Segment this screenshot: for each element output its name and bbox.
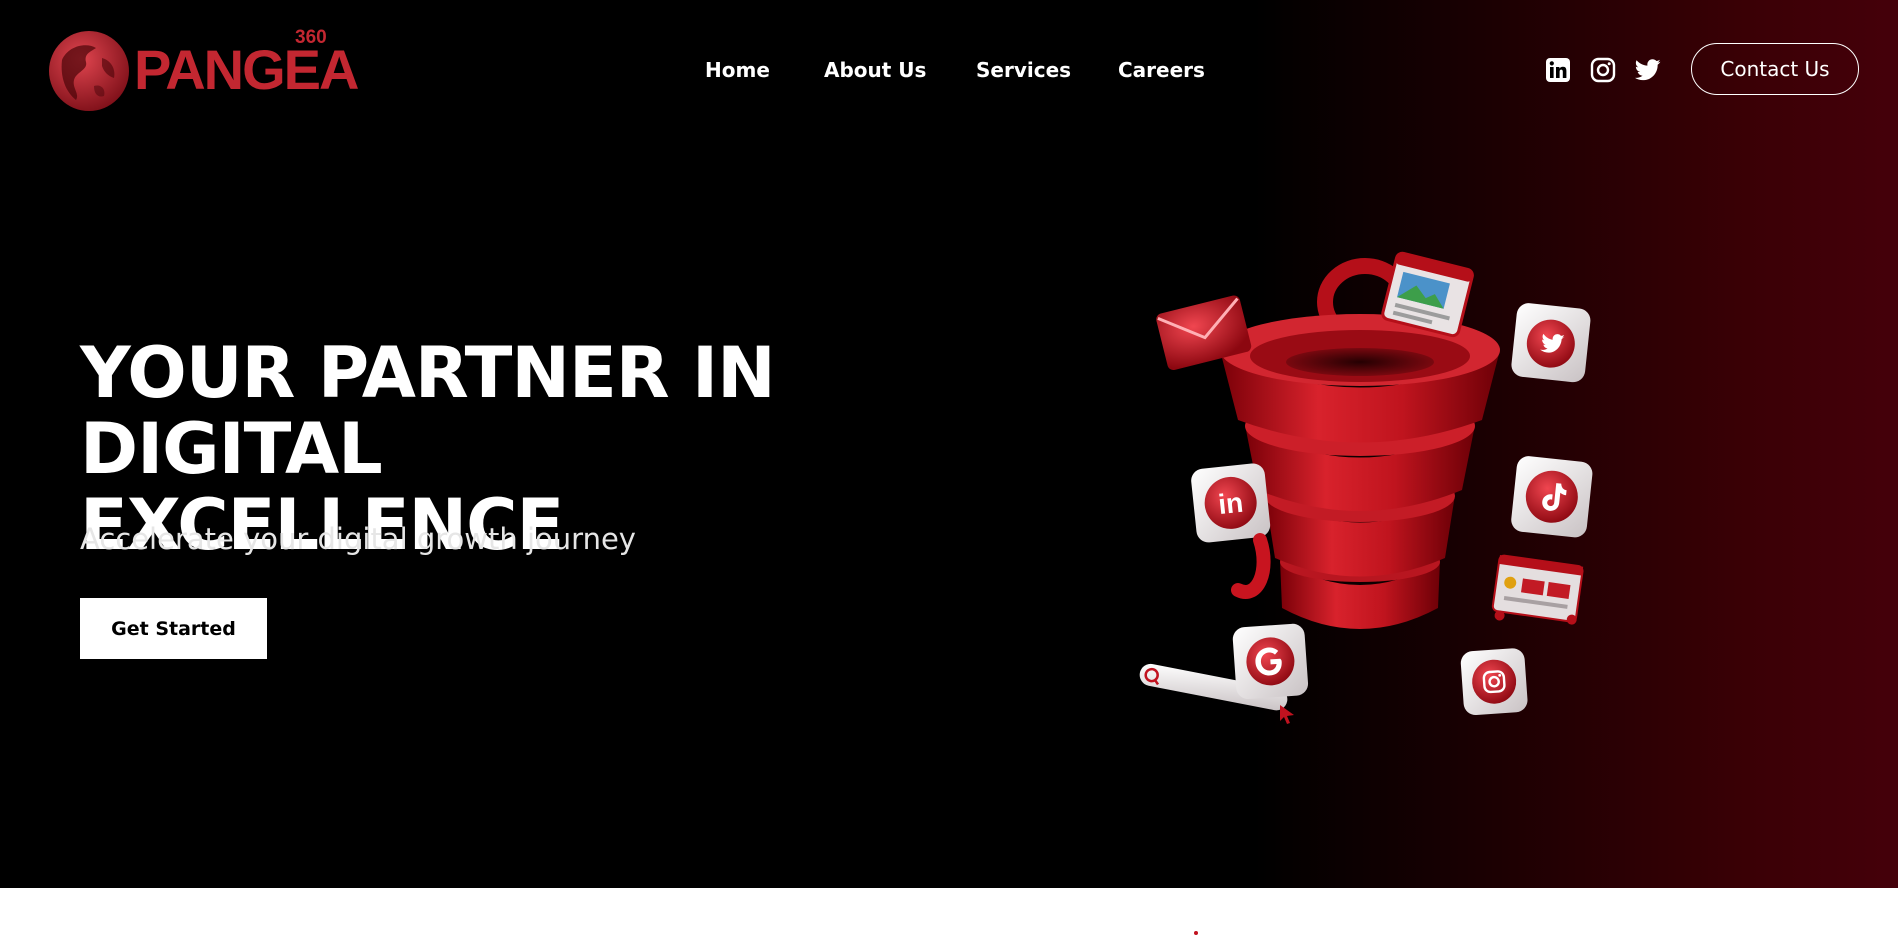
hero-headline-line1: YOUR PARTNER IN	[80, 332, 776, 414]
nav-home[interactable]: Home	[705, 57, 770, 83]
nav-services-label: Services	[976, 58, 1072, 82]
nav-careers[interactable]: Careers	[1118, 57, 1205, 83]
hero-section: PANGEA 360 Home About Us Services Career…	[0, 0, 1898, 888]
brand-logo[interactable]: PANGEA 360	[46, 27, 359, 116]
next-section-start	[0, 888, 1898, 938]
brand-number: 360	[295, 27, 327, 48]
globe-logo-icon	[49, 31, 129, 111]
hero-subheadline: Accelerate your digital growth journey	[80, 522, 636, 556]
nav-services[interactable]: Services	[976, 57, 1071, 83]
contact-us-button[interactable]: Contact Us	[1691, 43, 1859, 95]
tiktok-tile-icon	[1511, 456, 1593, 538]
svg-text:in: in	[1217, 487, 1245, 520]
accent-dot	[1194, 931, 1198, 935]
google-tile-icon	[1232, 623, 1309, 700]
twitter-tile-icon	[1511, 303, 1591, 383]
nav-careers-label: Careers	[1118, 58, 1205, 82]
twitter-icon[interactable]	[1634, 56, 1662, 84]
get-started-button[interactable]: Get Started	[80, 598, 267, 659]
nav-about-us-label: About Us	[824, 58, 927, 82]
nav-about-us[interactable]: About Us	[824, 57, 926, 83]
instagram-tile-icon	[1460, 648, 1528, 716]
linkedin-icon[interactable]	[1544, 56, 1572, 84]
instagram-icon[interactable]	[1589, 56, 1617, 84]
nav-home-label: Home	[705, 58, 770, 82]
browser-widget-icon	[1491, 554, 1584, 625]
marketing-funnel-illustration: in	[1139, 251, 1593, 724]
cursor-icon	[1280, 705, 1294, 724]
linkedin-tile-icon: in	[1191, 463, 1271, 543]
curve-ornament	[1231, 533, 1271, 599]
brand-name: PANGEA	[134, 38, 359, 101]
